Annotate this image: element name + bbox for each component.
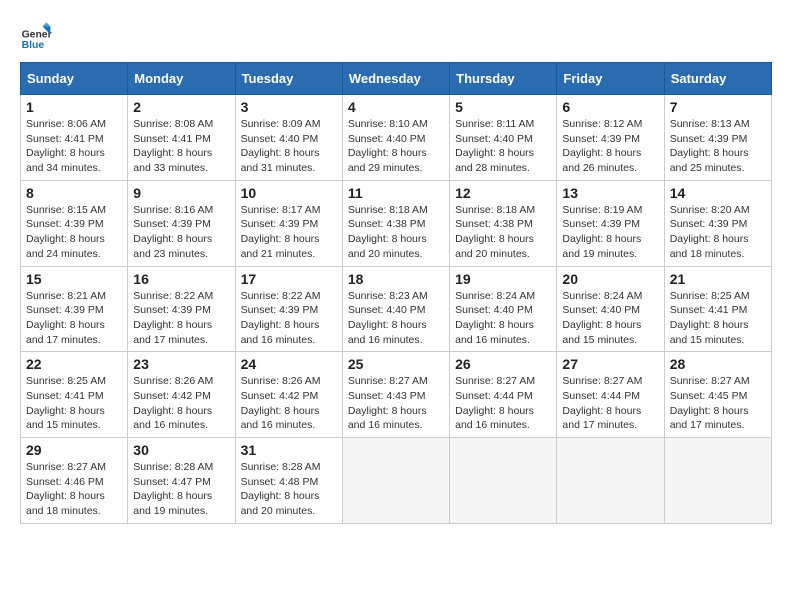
calendar-day-1: 1Sunrise: 8:06 AMSunset: 4:41 PMDaylight… [21, 95, 128, 181]
calendar-day-5: 5Sunrise: 8:11 AMSunset: 4:40 PMDaylight… [450, 95, 557, 181]
calendar-day-empty [557, 438, 664, 524]
calendar-day-18: 18Sunrise: 8:23 AMSunset: 4:40 PMDayligh… [342, 266, 449, 352]
header-thursday: Thursday [450, 63, 557, 95]
header-tuesday: Tuesday [235, 63, 342, 95]
header-sunday: Sunday [21, 63, 128, 95]
logo: General Blue [20, 20, 52, 52]
calendar-day-4: 4Sunrise: 8:10 AMSunset: 4:40 PMDaylight… [342, 95, 449, 181]
calendar-day-21: 21Sunrise: 8:25 AMSunset: 4:41 PMDayligh… [664, 266, 771, 352]
calendar-week-1: 1Sunrise: 8:06 AMSunset: 4:41 PMDaylight… [21, 95, 772, 181]
calendar-day-28: 28Sunrise: 8:27 AMSunset: 4:45 PMDayligh… [664, 352, 771, 438]
calendar-day-empty [664, 438, 771, 524]
page-header: General Blue [20, 20, 772, 52]
calendar-day-8: 8Sunrise: 8:15 AMSunset: 4:39 PMDaylight… [21, 180, 128, 266]
calendar-day-16: 16Sunrise: 8:22 AMSunset: 4:39 PMDayligh… [128, 266, 235, 352]
calendar-day-29: 29Sunrise: 8:27 AMSunset: 4:46 PMDayligh… [21, 438, 128, 524]
calendar-day-24: 24Sunrise: 8:26 AMSunset: 4:42 PMDayligh… [235, 352, 342, 438]
calendar-week-2: 8Sunrise: 8:15 AMSunset: 4:39 PMDaylight… [21, 180, 772, 266]
header-saturday: Saturday [664, 63, 771, 95]
svg-text:Blue: Blue [22, 40, 45, 51]
calendar-day-15: 15Sunrise: 8:21 AMSunset: 4:39 PMDayligh… [21, 266, 128, 352]
calendar-day-3: 3Sunrise: 8:09 AMSunset: 4:40 PMDaylight… [235, 95, 342, 181]
calendar-day-14: 14Sunrise: 8:20 AMSunset: 4:39 PMDayligh… [664, 180, 771, 266]
calendar-week-5: 29Sunrise: 8:27 AMSunset: 4:46 PMDayligh… [21, 438, 772, 524]
calendar-day-19: 19Sunrise: 8:24 AMSunset: 4:40 PMDayligh… [450, 266, 557, 352]
calendar-day-30: 30Sunrise: 8:28 AMSunset: 4:47 PMDayligh… [128, 438, 235, 524]
calendar-day-20: 20Sunrise: 8:24 AMSunset: 4:40 PMDayligh… [557, 266, 664, 352]
header-friday: Friday [557, 63, 664, 95]
calendar-day-empty [450, 438, 557, 524]
calendar-week-3: 15Sunrise: 8:21 AMSunset: 4:39 PMDayligh… [21, 266, 772, 352]
header-wednesday: Wednesday [342, 63, 449, 95]
calendar-day-26: 26Sunrise: 8:27 AMSunset: 4:44 PMDayligh… [450, 352, 557, 438]
calendar-day-31: 31Sunrise: 8:28 AMSunset: 4:48 PMDayligh… [235, 438, 342, 524]
calendar-day-11: 11Sunrise: 8:18 AMSunset: 4:38 PMDayligh… [342, 180, 449, 266]
calendar-day-25: 25Sunrise: 8:27 AMSunset: 4:43 PMDayligh… [342, 352, 449, 438]
calendar-day-7: 7Sunrise: 8:13 AMSunset: 4:39 PMDaylight… [664, 95, 771, 181]
calendar-day-12: 12Sunrise: 8:18 AMSunset: 4:38 PMDayligh… [450, 180, 557, 266]
calendar-day-22: 22Sunrise: 8:25 AMSunset: 4:41 PMDayligh… [21, 352, 128, 438]
calendar-day-17: 17Sunrise: 8:22 AMSunset: 4:39 PMDayligh… [235, 266, 342, 352]
calendar-week-4: 22Sunrise: 8:25 AMSunset: 4:41 PMDayligh… [21, 352, 772, 438]
calendar-day-2: 2Sunrise: 8:08 AMSunset: 4:41 PMDaylight… [128, 95, 235, 181]
calendar-header-row: SundayMondayTuesdayWednesdayThursdayFrid… [21, 63, 772, 95]
calendar-day-13: 13Sunrise: 8:19 AMSunset: 4:39 PMDayligh… [557, 180, 664, 266]
calendar-day-9: 9Sunrise: 8:16 AMSunset: 4:39 PMDaylight… [128, 180, 235, 266]
calendar-table: SundayMondayTuesdayWednesdayThursdayFrid… [20, 62, 772, 524]
calendar-day-6: 6Sunrise: 8:12 AMSunset: 4:39 PMDaylight… [557, 95, 664, 181]
calendar-day-10: 10Sunrise: 8:17 AMSunset: 4:39 PMDayligh… [235, 180, 342, 266]
header-monday: Monday [128, 63, 235, 95]
calendar-day-27: 27Sunrise: 8:27 AMSunset: 4:44 PMDayligh… [557, 352, 664, 438]
calendar-day-empty [342, 438, 449, 524]
logo-icon: General Blue [20, 20, 52, 52]
calendar-day-23: 23Sunrise: 8:26 AMSunset: 4:42 PMDayligh… [128, 352, 235, 438]
